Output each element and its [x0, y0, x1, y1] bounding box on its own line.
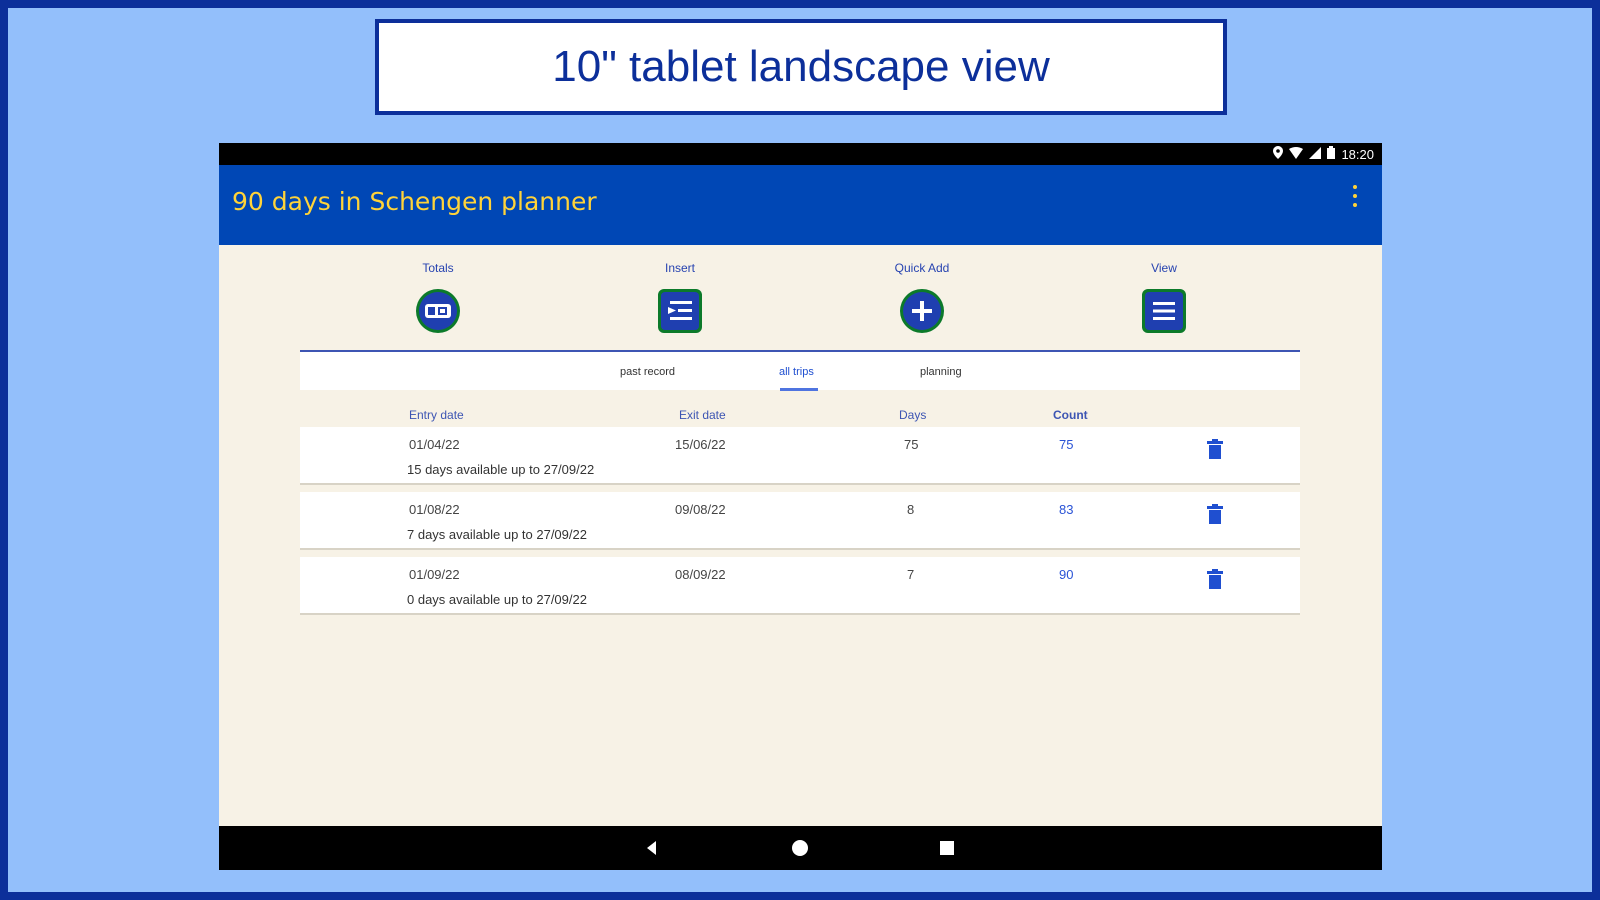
- header-days: Days: [899, 408, 927, 422]
- list-icon[interactable]: [1142, 289, 1186, 333]
- wifi-icon: [1289, 146, 1304, 162]
- signal-icon: [1309, 146, 1322, 162]
- exit-date: 08/09/22: [675, 567, 726, 582]
- plus-icon[interactable]: [900, 289, 944, 333]
- trash-icon[interactable]: [1207, 439, 1223, 459]
- action-quick-add-label: Quick Add: [894, 261, 950, 275]
- location-icon: [1273, 146, 1284, 162]
- tab-planning[interactable]: planning: [920, 366, 962, 378]
- action-quick-add[interactable]: Quick Add: [867, 261, 977, 333]
- days-value: 7: [907, 567, 915, 582]
- action-view[interactable]: View: [1109, 261, 1219, 333]
- tablet-screen: 18:20 90 days in Schengen planner Totals…: [219, 143, 1382, 870]
- tab-all-trips[interactable]: all trips: [779, 366, 814, 378]
- table-row[interactable]: 01/08/22 09/08/22 8 83 7 days available …: [300, 492, 1300, 550]
- battery-icon: [1327, 146, 1336, 162]
- table-row[interactable]: 01/09/22 08/09/22 7 90 0 days available …: [300, 557, 1300, 615]
- tab-active-indicator: [780, 388, 818, 391]
- availability-text: 7 days available up to 27/09/22: [407, 527, 587, 542]
- exit-date: 09/08/22: [675, 502, 726, 517]
- caption-box: 10" tablet landscape view: [375, 19, 1227, 115]
- app-title: 90 days in Schengen planner: [232, 187, 597, 216]
- entry-date: 01/09/22: [409, 567, 460, 582]
- availability-text: 0 days available up to 27/09/22: [407, 592, 587, 607]
- home-icon[interactable]: [790, 838, 810, 858]
- status-bar: 18:20: [219, 143, 1382, 165]
- action-insert-label: Insert: [664, 261, 695, 275]
- count-value: 90: [1059, 567, 1074, 582]
- action-insert[interactable]: Insert: [625, 261, 735, 333]
- app-bar: 90 days in Schengen planner: [219, 165, 1382, 245]
- exit-date: 15/06/22: [675, 437, 726, 452]
- overflow-menu-icon[interactable]: [1350, 185, 1360, 207]
- status-time: 18:20: [1341, 146, 1374, 162]
- entry-date: 01/04/22: [409, 437, 460, 452]
- header-entry-date: Entry date: [409, 408, 464, 422]
- header-count: Count: [1053, 408, 1088, 422]
- action-totals[interactable]: Totals: [383, 261, 493, 333]
- caption-text: 10" tablet landscape view: [552, 42, 1050, 91]
- insert-icon[interactable]: [658, 289, 702, 333]
- navigation-bar: [219, 826, 1382, 870]
- trash-icon[interactable]: [1207, 569, 1223, 589]
- entry-date: 01/08/22: [409, 502, 460, 517]
- availability-text: 15 days available up to 27/09/22: [407, 462, 595, 477]
- totals-icon[interactable]: [416, 289, 460, 333]
- back-icon[interactable]: [642, 838, 662, 858]
- action-view-label: View: [1151, 261, 1177, 275]
- count-value: 83: [1059, 502, 1074, 517]
- recents-icon[interactable]: [937, 838, 957, 858]
- days-value: 8: [907, 502, 915, 517]
- header-exit-date: Exit date: [679, 408, 726, 422]
- tab-past-record[interactable]: past record: [620, 366, 675, 378]
- tab-bar: past record all trips planning: [300, 350, 1300, 391]
- count-value: 75: [1059, 437, 1074, 452]
- days-value: 75: [904, 437, 919, 452]
- table-row[interactable]: 01/04/22 15/06/22 75 75 15 days availabl…: [300, 427, 1300, 485]
- action-totals-label: Totals: [422, 261, 454, 275]
- trash-icon[interactable]: [1207, 504, 1223, 524]
